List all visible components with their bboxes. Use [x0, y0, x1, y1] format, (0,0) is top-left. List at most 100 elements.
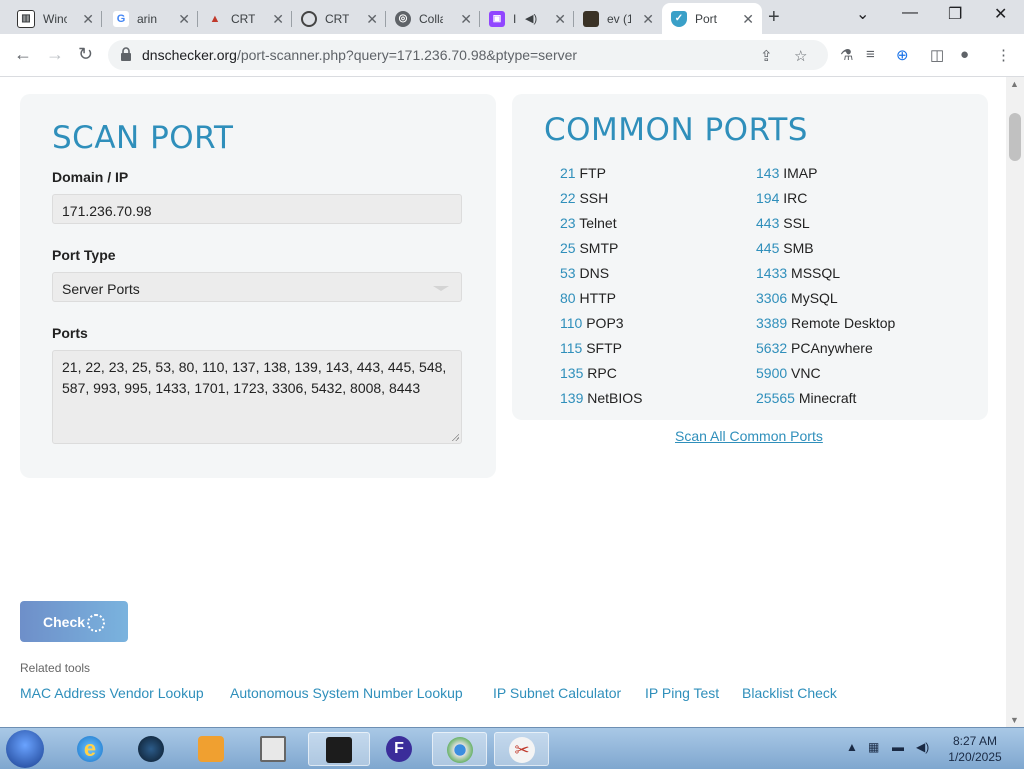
side-panel-icon[interactable]: ◫: [930, 46, 944, 64]
taskbar-snipping-tool[interactable]: ✂: [494, 732, 549, 766]
common-ports-list-left: 21 FTP 22 SSH 23 Telnet 25 SMTP 53 DNS 8…: [560, 164, 643, 414]
reading-list-icon[interactable]: ≡: [866, 46, 875, 63]
close-tab-icon[interactable]: ✕: [460, 11, 472, 28]
taskbar-app-2[interactable]: [124, 732, 179, 766]
minimize-icon[interactable]: —: [902, 4, 918, 22]
tab-google[interactable]: G arin ✕: [104, 3, 198, 34]
reload-icon[interactable]: ↻: [78, 44, 93, 65]
domain-ip-input[interactable]: 171.236.70.98: [52, 194, 462, 224]
network-icon[interactable]: ▦: [868, 740, 879, 754]
close-tab-icon[interactable]: ✕: [82, 11, 94, 28]
tab-winc[interactable]: ▥ Winc ✕: [8, 3, 102, 34]
taskbar-app-6[interactable]: F: [372, 732, 427, 766]
profile-avatar-icon[interactable]: ●: [960, 46, 969, 63]
related-tool-link[interactable]: MAC Address Vendor Lookup: [20, 685, 204, 701]
scan-port-title: SCAN PORT: [52, 120, 234, 156]
port-link[interactable]: 21 FTP: [560, 164, 643, 189]
start-button[interactable]: [6, 730, 44, 768]
port-link[interactable]: 135 RPC: [560, 364, 643, 389]
port-link[interactable]: 53 DNS: [560, 264, 643, 289]
related-tool-link[interactable]: Autonomous System Number Lookup: [230, 685, 463, 701]
page-scrollbar[interactable]: ▲ ▼: [1006, 77, 1024, 727]
port-link[interactable]: 3306 MySQL: [756, 289, 895, 314]
taskbar-app-4[interactable]: [246, 732, 301, 766]
close-tab-icon[interactable]: ✕: [178, 11, 190, 28]
download-icon[interactable]: ⊕: [896, 46, 909, 64]
close-tab-icon[interactable]: ✕: [272, 11, 284, 28]
tab-twitch[interactable]: ▣ I ◀) ✕: [480, 3, 574, 34]
back-icon[interactable]: ←: [14, 44, 32, 65]
scissors-icon: ✂: [509, 737, 535, 763]
close-tab-icon[interactable]: ✕: [366, 11, 378, 28]
tab-port-active[interactable]: ✓ Port ✕: [662, 3, 762, 34]
system-clock[interactable]: 8:27 AM 1/20/2025: [938, 733, 1012, 765]
port-link[interactable]: 23 Telnet: [560, 214, 643, 239]
url-text: dnschecker.org/port-scanner.php?query=17…: [142, 47, 578, 63]
port-link[interactable]: 5632 PCAnywhere: [756, 339, 895, 364]
port-link[interactable]: 1433 MSSQL: [756, 264, 895, 289]
port-link[interactable]: 194 IRC: [756, 189, 895, 214]
forward-icon[interactable]: →: [46, 44, 64, 65]
audio-playing-icon[interactable]: ◀): [525, 12, 537, 25]
taskbar-app-5[interactable]: [308, 732, 370, 766]
common-ports-list-right: 143 IMAP 194 IRC 443 SSL 445 SMB 1433 MS…: [756, 164, 895, 414]
tab-search-chevron-icon[interactable]: ⌄: [856, 4, 869, 24]
taskbar-chrome[interactable]: [432, 732, 487, 766]
tab-colla[interactable]: ◎ Colla ✕: [386, 3, 480, 34]
close-window-icon[interactable]: ✕: [994, 4, 1007, 24]
restore-icon[interactable]: ❐: [948, 4, 962, 24]
port-link[interactable]: 139 NetBIOS: [560, 389, 643, 414]
port-link[interactable]: 3389 Remote Desktop: [756, 314, 895, 339]
resize-grip-icon[interactable]: [451, 433, 459, 441]
port-link[interactable]: 143 IMAP: [756, 164, 895, 189]
scroll-down-arrow-icon[interactable]: ▼: [1010, 715, 1019, 725]
close-tab-icon[interactable]: ✕: [642, 11, 654, 28]
port-link[interactable]: 110 POP3: [560, 314, 643, 339]
port-link[interactable]: 25 SMTP: [560, 239, 643, 264]
scan-port-card: SCAN PORT Domain / IP 171.236.70.98 Port…: [20, 94, 496, 478]
share-icon[interactable]: ⇪: [760, 47, 773, 65]
port-link[interactable]: 80 HTTP: [560, 289, 643, 314]
port-type-select[interactable]: Server Ports: [52, 272, 462, 302]
museum-icon: ▥: [17, 9, 35, 28]
tab-ev[interactable]: ev (1 ✕: [574, 3, 662, 34]
browser-tab-strip: ▥ Winc ✕ G arin ✕ ▲ CRT ✕ CRT ✕ ◎ Colla …: [0, 0, 1024, 34]
port-type-selected-value: Server Ports: [62, 281, 140, 297]
ports-textarea[interactable]: 21, 22, 23, 25, 53, 80, 110, 137, 138, 1…: [52, 350, 462, 444]
terminal-box-icon: [326, 737, 352, 763]
scrollbar-thumb[interactable]: [1009, 113, 1021, 161]
port-link[interactable]: 445 SMB: [756, 239, 895, 264]
common-ports-card: COMMON PORTS 21 FTP 22 SSH 23 Telnet 25 …: [512, 94, 988, 420]
close-tab-icon[interactable]: ✕: [742, 11, 754, 28]
related-tool-link[interactable]: IP Ping Test: [645, 685, 719, 701]
page-viewport: SCAN PORT Domain / IP 171.236.70.98 Port…: [0, 77, 1005, 727]
taskbar-ie[interactable]: e: [63, 732, 118, 766]
related-tool-link[interactable]: Blacklist Check: [742, 685, 837, 701]
chrome-icon: [447, 737, 473, 763]
new-tab-icon[interactable]: +: [768, 6, 780, 29]
port-link[interactable]: 22 SSH: [560, 189, 643, 214]
port-link[interactable]: 443 SSL: [756, 214, 895, 239]
recorder-icon: [260, 736, 286, 762]
internet-explorer-icon: e: [77, 736, 103, 762]
monitor-icon[interactable]: ▬: [892, 740, 904, 754]
scroll-up-arrow-icon[interactable]: ▲: [1010, 79, 1019, 89]
bookmark-star-icon[interactable]: ☆: [794, 47, 807, 65]
taskbar-media-player[interactable]: [184, 732, 239, 766]
scan-all-common-ports-link[interactable]: Scan All Common Ports: [675, 428, 823, 444]
tab-crt-1[interactable]: ▲ CRT ✕: [198, 3, 292, 34]
eye-icon: [301, 10, 317, 27]
port-link[interactable]: 5900 VNC: [756, 364, 895, 389]
tab-crt-2[interactable]: CRT ✕: [292, 3, 386, 34]
volume-icon[interactable]: ◀): [916, 740, 929, 754]
port-link[interactable]: 25565 Minecraft: [756, 389, 895, 414]
close-tab-icon[interactable]: ✕: [554, 11, 566, 28]
thumbnail-icon: [583, 10, 599, 27]
check-button[interactable]: Check: [20, 601, 128, 642]
show-hidden-icons-icon[interactable]: ▲: [846, 740, 858, 754]
related-tool-link[interactable]: IP Subnet Calculator: [493, 685, 621, 701]
port-link[interactable]: 115 SFTP: [560, 339, 643, 364]
address-bar[interactable]: dnschecker.org/port-scanner.php?query=17…: [108, 40, 828, 70]
menu-kebab-icon[interactable]: ⋮: [996, 46, 1011, 64]
labs-flask-icon[interactable]: ⚗: [840, 46, 853, 64]
